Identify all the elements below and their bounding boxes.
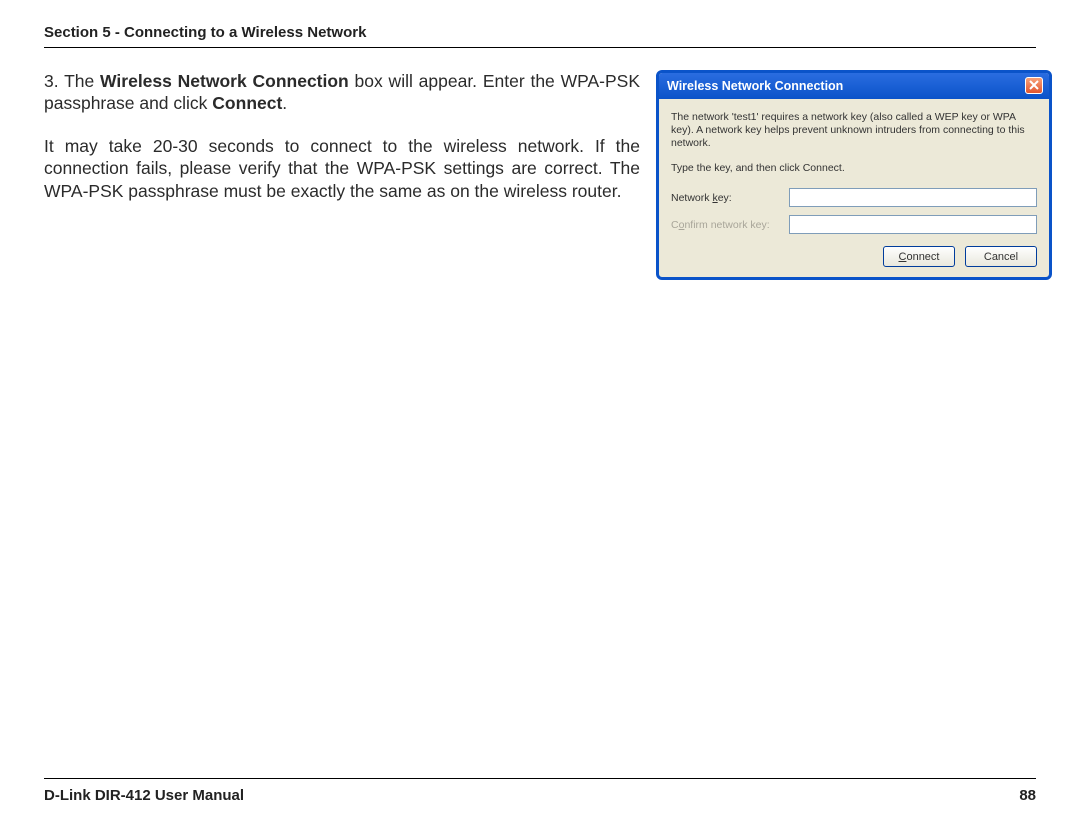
confirm-key-row: Confirm network key: [671,215,1037,234]
dialog-description: The network 'test1' requires a network k… [671,111,1037,150]
network-key-input[interactable] [789,188,1037,207]
wireless-connection-dialog: Wireless Network Connection The network … [656,70,1052,280]
confirm-key-label: Confirm network key: [671,219,789,231]
dialog-instruction: Type the key, and then click Connect. [671,162,1037,174]
manual-title: D-Link DIR-412 User Manual [44,787,244,804]
network-key-row: Network key: [671,188,1037,207]
section-label: Section 5 - Connecting to a Wireless Net… [44,24,366,41]
step-text-1: The [64,71,100,91]
close-icon [1029,79,1039,93]
dialog-titlebar[interactable]: Wireless Network Connection [659,73,1049,99]
connection-note-paragraph: It may take 20-30 seconds to connect to … [44,135,640,202]
cancel-button[interactable]: Cancel [965,246,1037,267]
dialog-body: The network 'test1' requires a network k… [659,99,1049,277]
page-number: 88 [1019,787,1036,804]
dialog-title: Wireless Network Connection [667,79,843,93]
dialog-button-row: Connect Cancel [671,246,1037,267]
dialog-column: Wireless Network Connection The network … [656,70,1052,280]
connect-button[interactable]: Connect [883,246,955,267]
network-key-label: Network key: [671,192,789,204]
step-number: 3. [44,71,59,91]
section-header: Section 5 - Connecting to a Wireless Net… [44,24,1036,48]
step-3-paragraph: 3. The Wireless Network Connection box w… [44,70,640,115]
close-button[interactable] [1025,77,1043,94]
page-footer: D-Link DIR-412 User Manual 88 [44,778,1036,804]
step-text-3: . [282,93,287,113]
step-bold-2: Connect [212,93,282,113]
instruction-text-column: 3. The Wireless Network Connection box w… [44,70,640,280]
content-row: 3. The Wireless Network Connection box w… [44,70,1036,280]
step-bold-1: Wireless Network Connection [100,71,349,91]
confirm-key-input[interactable] [789,215,1037,234]
